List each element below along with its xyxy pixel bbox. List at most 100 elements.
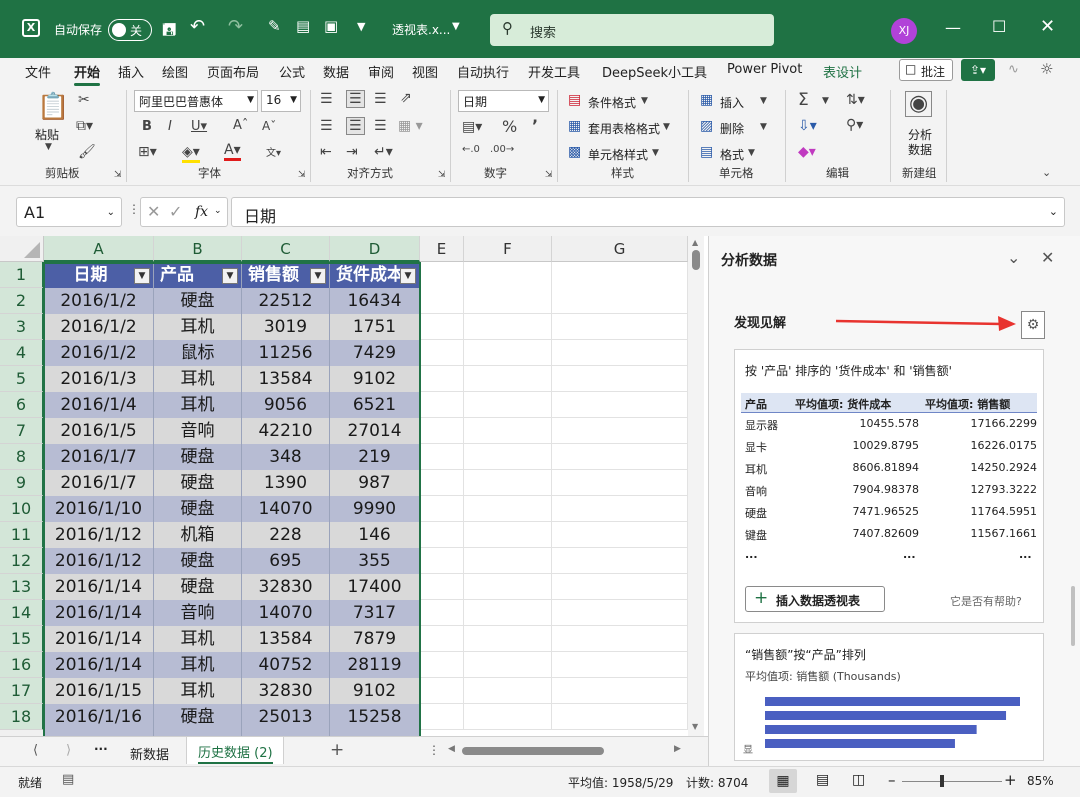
table-cell[interactable]: 耳机 xyxy=(154,626,242,652)
filter-dropdown-icon[interactable]: ▼ xyxy=(310,268,326,284)
table-cell[interactable]: 硬盘 xyxy=(154,704,242,730)
tab-review[interactable]: 审阅 xyxy=(368,62,394,81)
row-header[interactable]: 7 xyxy=(0,418,44,444)
table-cell[interactable]: 17400 xyxy=(330,574,420,600)
ribbon-collapse-icon[interactable]: ⌄ xyxy=(1042,166,1051,179)
font-launcher-icon[interactable]: ⇲ xyxy=(298,170,306,180)
format-cells-button[interactable]: 格式 xyxy=(720,146,744,163)
table-cell[interactable]: 355 xyxy=(330,548,420,574)
table-cell[interactable]: 987 xyxy=(330,470,420,496)
table-cell[interactable]: 机箱 xyxy=(154,522,242,548)
scroll-left-icon[interactable]: ◀ xyxy=(448,744,455,754)
avatar[interactable]: XJ xyxy=(891,18,917,44)
row-header[interactable]: 11 xyxy=(0,522,44,548)
normal-view-button[interactable]: ▦ xyxy=(769,769,797,793)
qat-more-icon[interactable]: ▼ xyxy=(357,20,365,33)
format-painter-icon[interactable]: 🖌 xyxy=(78,144,96,160)
tab-developer[interactable]: 开发工具 xyxy=(528,62,580,81)
table-cell[interactable]: 2016/1/12 xyxy=(44,548,154,574)
align-right-icon[interactable]: ☰ xyxy=(374,118,387,134)
decrease-font-icon[interactable]: Aˇ xyxy=(262,119,276,133)
paste-label[interactable]: 粘贴 xyxy=(35,126,59,143)
font-size-select[interactable]: 16 ▼ xyxy=(261,90,301,112)
row-header[interactable]: 13 xyxy=(0,574,44,600)
table-cell[interactable]: 3019 xyxy=(242,314,330,340)
table-cell[interactable]: 耳机 xyxy=(154,366,242,392)
row-header[interactable]: 5 xyxy=(0,366,44,392)
scroll-down-icon[interactable]: ▼ xyxy=(692,722,698,731)
table-cell[interactable]: 22512 xyxy=(242,288,330,314)
row-header[interactable]: 3 xyxy=(0,314,44,340)
align-bottom-icon[interactable]: ☰ xyxy=(374,91,387,107)
table-cell[interactable]: 14070 xyxy=(242,600,330,626)
h-scroll-thumb[interactable] xyxy=(462,747,604,755)
table-cell[interactable]: 40752 xyxy=(242,652,330,678)
table-cell[interactable]: 音响 xyxy=(154,600,242,626)
table-cell[interactable]: 2016/1/12 xyxy=(44,522,154,548)
underline-icon[interactable]: U▾ xyxy=(191,119,207,134)
align-center-icon[interactable]: ☰ xyxy=(346,117,365,135)
save-icon[interactable]: 🖪 xyxy=(162,17,176,46)
copy-icon[interactable]: ⧉▾ xyxy=(76,118,93,134)
zoom-slider-thumb[interactable] xyxy=(940,775,944,787)
sheet-tab-new-data[interactable]: 新数据 xyxy=(130,744,169,763)
camera-icon[interactable]: ▣ xyxy=(324,17,338,35)
table-cell[interactable]: 硬盘 xyxy=(154,496,242,522)
row-header[interactable]: 1 xyxy=(0,262,44,288)
table-cell[interactable]: 32830 xyxy=(242,574,330,600)
row-header[interactable]: 10 xyxy=(0,496,44,522)
table-cell[interactable]: 348 xyxy=(242,444,330,470)
table-cell[interactable]: 1751 xyxy=(330,314,420,340)
table-cell[interactable]: 28119 xyxy=(330,652,420,678)
next-sheet-icon[interactable]: ⟩ xyxy=(66,743,71,758)
cut-icon[interactable]: ✂ xyxy=(78,92,90,108)
page-layout-view-icon[interactable]: ▤ xyxy=(816,772,829,788)
paste-chevron-icon[interactable]: ▼ xyxy=(45,142,52,152)
undo-icon[interactable]: ↶ xyxy=(190,16,205,37)
font-color-icon[interactable]: A▾ xyxy=(224,142,241,161)
zoom-out-icon[interactable]: – xyxy=(888,771,896,789)
table-cell[interactable]: 2016/1/2 xyxy=(44,288,154,314)
insert-function-icon[interactable]: fx xyxy=(195,204,208,220)
increase-font-icon[interactable]: Aˆ xyxy=(233,118,248,133)
wrap-text-icon[interactable]: ↵▾ xyxy=(374,144,393,160)
table-cell[interactable]: 2016/1/3 xyxy=(44,366,154,392)
decrease-indent-icon[interactable]: ⇤ xyxy=(320,144,332,160)
helpful-link[interactable]: 它是否有帮助? xyxy=(950,593,1022,609)
table-cell[interactable]: 16434 xyxy=(330,288,420,314)
tab-table-design[interactable]: 表设计 xyxy=(823,62,862,81)
conditional-format-button[interactable]: 条件格式 xyxy=(588,94,636,111)
table-cell[interactable]: 27014 xyxy=(330,418,420,444)
table-cell[interactable]: 42210 xyxy=(242,418,330,444)
comments-button[interactable]: □ 批注 xyxy=(899,59,953,81)
sheet-overflow[interactable]: ··· xyxy=(94,742,108,756)
row-header[interactable]: 8 xyxy=(0,444,44,470)
table-cell[interactable]: 2016/1/15 xyxy=(44,678,154,704)
table-cell[interactable]: 2016/1/16 xyxy=(44,704,154,730)
column-header-e[interactable]: E xyxy=(420,236,464,262)
column-header-a[interactable]: A xyxy=(44,236,154,262)
close-icon[interactable]: ✕ xyxy=(1040,16,1055,37)
cell-styles-button[interactable]: 单元格样式 xyxy=(588,146,648,163)
column-header-f[interactable]: F xyxy=(464,236,552,262)
filter-dropdown-icon[interactable]: ▼ xyxy=(222,268,238,284)
table-cell[interactable]: 2016/1/2 xyxy=(44,314,154,340)
tab-data[interactable]: 数据 xyxy=(323,62,349,81)
table-cell[interactable]: 14070 xyxy=(242,496,330,522)
name-box[interactable]: A1 ⌄ xyxy=(16,197,122,227)
tab-page-layout[interactable]: 页面布局 xyxy=(207,62,259,81)
percent-icon[interactable]: % xyxy=(502,117,517,136)
table-cell[interactable]: 2016/1/14 xyxy=(44,652,154,678)
column-header-g[interactable]: G xyxy=(552,236,688,262)
file-name-chevron-icon[interactable]: ▼ xyxy=(452,21,460,32)
align-top-icon[interactable]: ☰ xyxy=(320,91,333,107)
table-cell[interactable]: 13584 xyxy=(242,626,330,652)
filter-dropdown-icon[interactable]: ▼ xyxy=(134,268,150,284)
table-cell[interactable]: 1390 xyxy=(242,470,330,496)
table-cell[interactable]: 2016/1/14 xyxy=(44,626,154,652)
row-header[interactable]: 18 xyxy=(0,704,44,730)
table-cell[interactable]: 耳机 xyxy=(154,678,242,704)
table-cell[interactable]: 2016/1/10 xyxy=(44,496,154,522)
insert-pivot-button[interactable]: + 插入数据透视表 xyxy=(745,586,885,612)
paste-icon[interactable]: 📋 xyxy=(37,92,69,122)
